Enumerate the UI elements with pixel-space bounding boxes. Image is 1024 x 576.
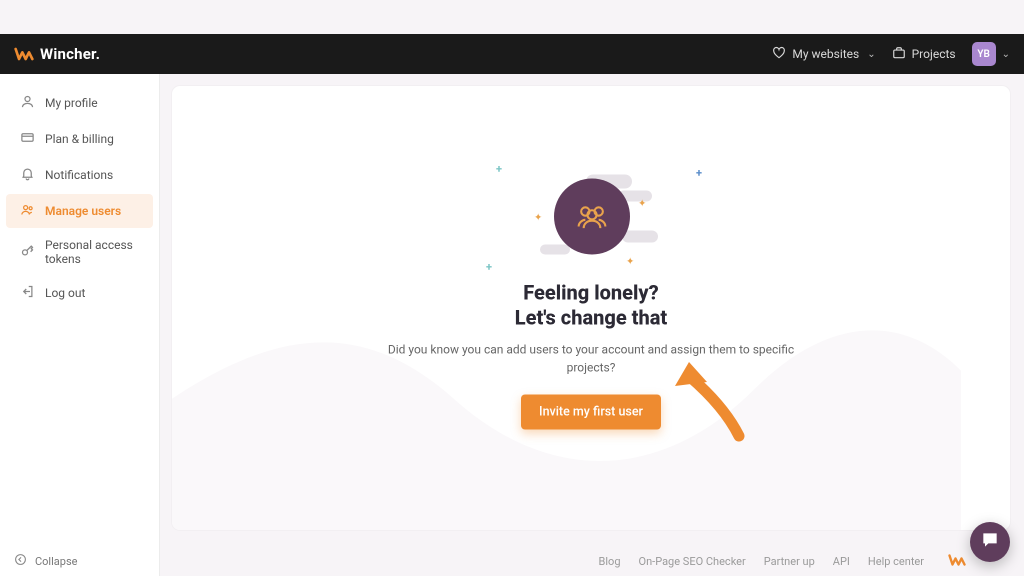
empty-heading-line2: Let's change that [381, 306, 801, 331]
chat-icon [980, 530, 1000, 554]
main-panel: + + + ✦ ✦ ✦ Feeling lonely? Let's change… [172, 86, 1010, 530]
footer: Blog On-Page SEO Checker Partner up API … [160, 546, 1024, 576]
brand-name: Wincher. [40, 45, 100, 63]
plus-icon: + [496, 163, 502, 176]
collapse-label: Collapse [35, 555, 77, 568]
sparkle-icon: ✦ [534, 213, 542, 224]
user-icon [20, 94, 35, 112]
collapse-sidebar-button[interactable]: Collapse [0, 546, 160, 576]
empty-subtext: Did you know you can add users to your a… [381, 341, 801, 377]
projects-label: Projects [912, 47, 956, 61]
footer-logo-icon [948, 551, 966, 572]
footer-link-help[interactable]: Help center [868, 555, 924, 568]
sparkle-icon: ✦ [638, 199, 646, 210]
sidebar-item-label: Manage users [45, 204, 121, 218]
footer-link-blog[interactable]: Blog [599, 555, 621, 568]
heart-icon [772, 46, 786, 63]
bell-icon [20, 166, 35, 184]
sidebar-item-profile[interactable]: My profile [6, 86, 153, 120]
footer-link-seo-checker[interactable]: On-Page SEO Checker [639, 555, 746, 568]
sidebar-item-label: Notifications [45, 168, 113, 182]
sidebar-item-label: My profile [45, 96, 98, 110]
topbar: Wincher. My websites ⌄ Projects YB ⌄ [0, 34, 1024, 74]
chevron-down-icon: ⌄ [867, 49, 875, 60]
sidebar-item-label: Personal access tokens [45, 238, 139, 266]
sidebar-item-label: Plan & billing [45, 132, 114, 146]
sidebar-item-manage-users[interactable]: Manage users [6, 194, 153, 228]
avatar[interactable]: YB [972, 42, 996, 66]
sidebar-item-billing[interactable]: Plan & billing [6, 122, 153, 156]
plus-icon: + [696, 167, 702, 180]
sidebar: My profile Plan & billing Notifications … [0, 74, 160, 546]
collapse-icon [14, 553, 27, 569]
logout-icon [20, 284, 35, 302]
briefcase-icon [892, 46, 906, 63]
key-icon [20, 243, 35, 261]
empty-state: + + + ✦ ✦ ✦ Feeling lonely? Let's change… [381, 169, 801, 430]
card-icon [20, 130, 35, 148]
sparkle-icon: ✦ [626, 257, 634, 268]
sidebar-item-notifications[interactable]: Notifications [6, 158, 153, 192]
logo-mark-icon [14, 44, 34, 64]
users-circle-icon [554, 179, 630, 255]
users-icon [20, 202, 35, 220]
empty-illustration: + + + ✦ ✦ ✦ [526, 169, 656, 269]
my-websites-label: My websites [792, 47, 859, 61]
brand-logo[interactable]: Wincher. [14, 44, 100, 64]
empty-heading-line1: Feeling lonely? [381, 281, 801, 306]
plus-icon: + [486, 261, 492, 274]
chat-widget-button[interactable] [970, 522, 1010, 562]
footer-link-partner[interactable]: Partner up [764, 555, 815, 568]
sidebar-item-tokens[interactable]: Personal access tokens [6, 230, 153, 274]
footer-link-api[interactable]: API [833, 555, 850, 568]
my-websites-link[interactable]: My websites ⌄ [772, 46, 875, 63]
projects-link[interactable]: Projects [892, 46, 956, 63]
sidebar-item-label: Log out [45, 286, 85, 300]
sidebar-item-logout[interactable]: Log out [6, 276, 153, 310]
chevron-down-icon: ⌄ [1002, 49, 1010, 60]
invite-first-user-button[interactable]: Invite my first user [521, 395, 661, 430]
